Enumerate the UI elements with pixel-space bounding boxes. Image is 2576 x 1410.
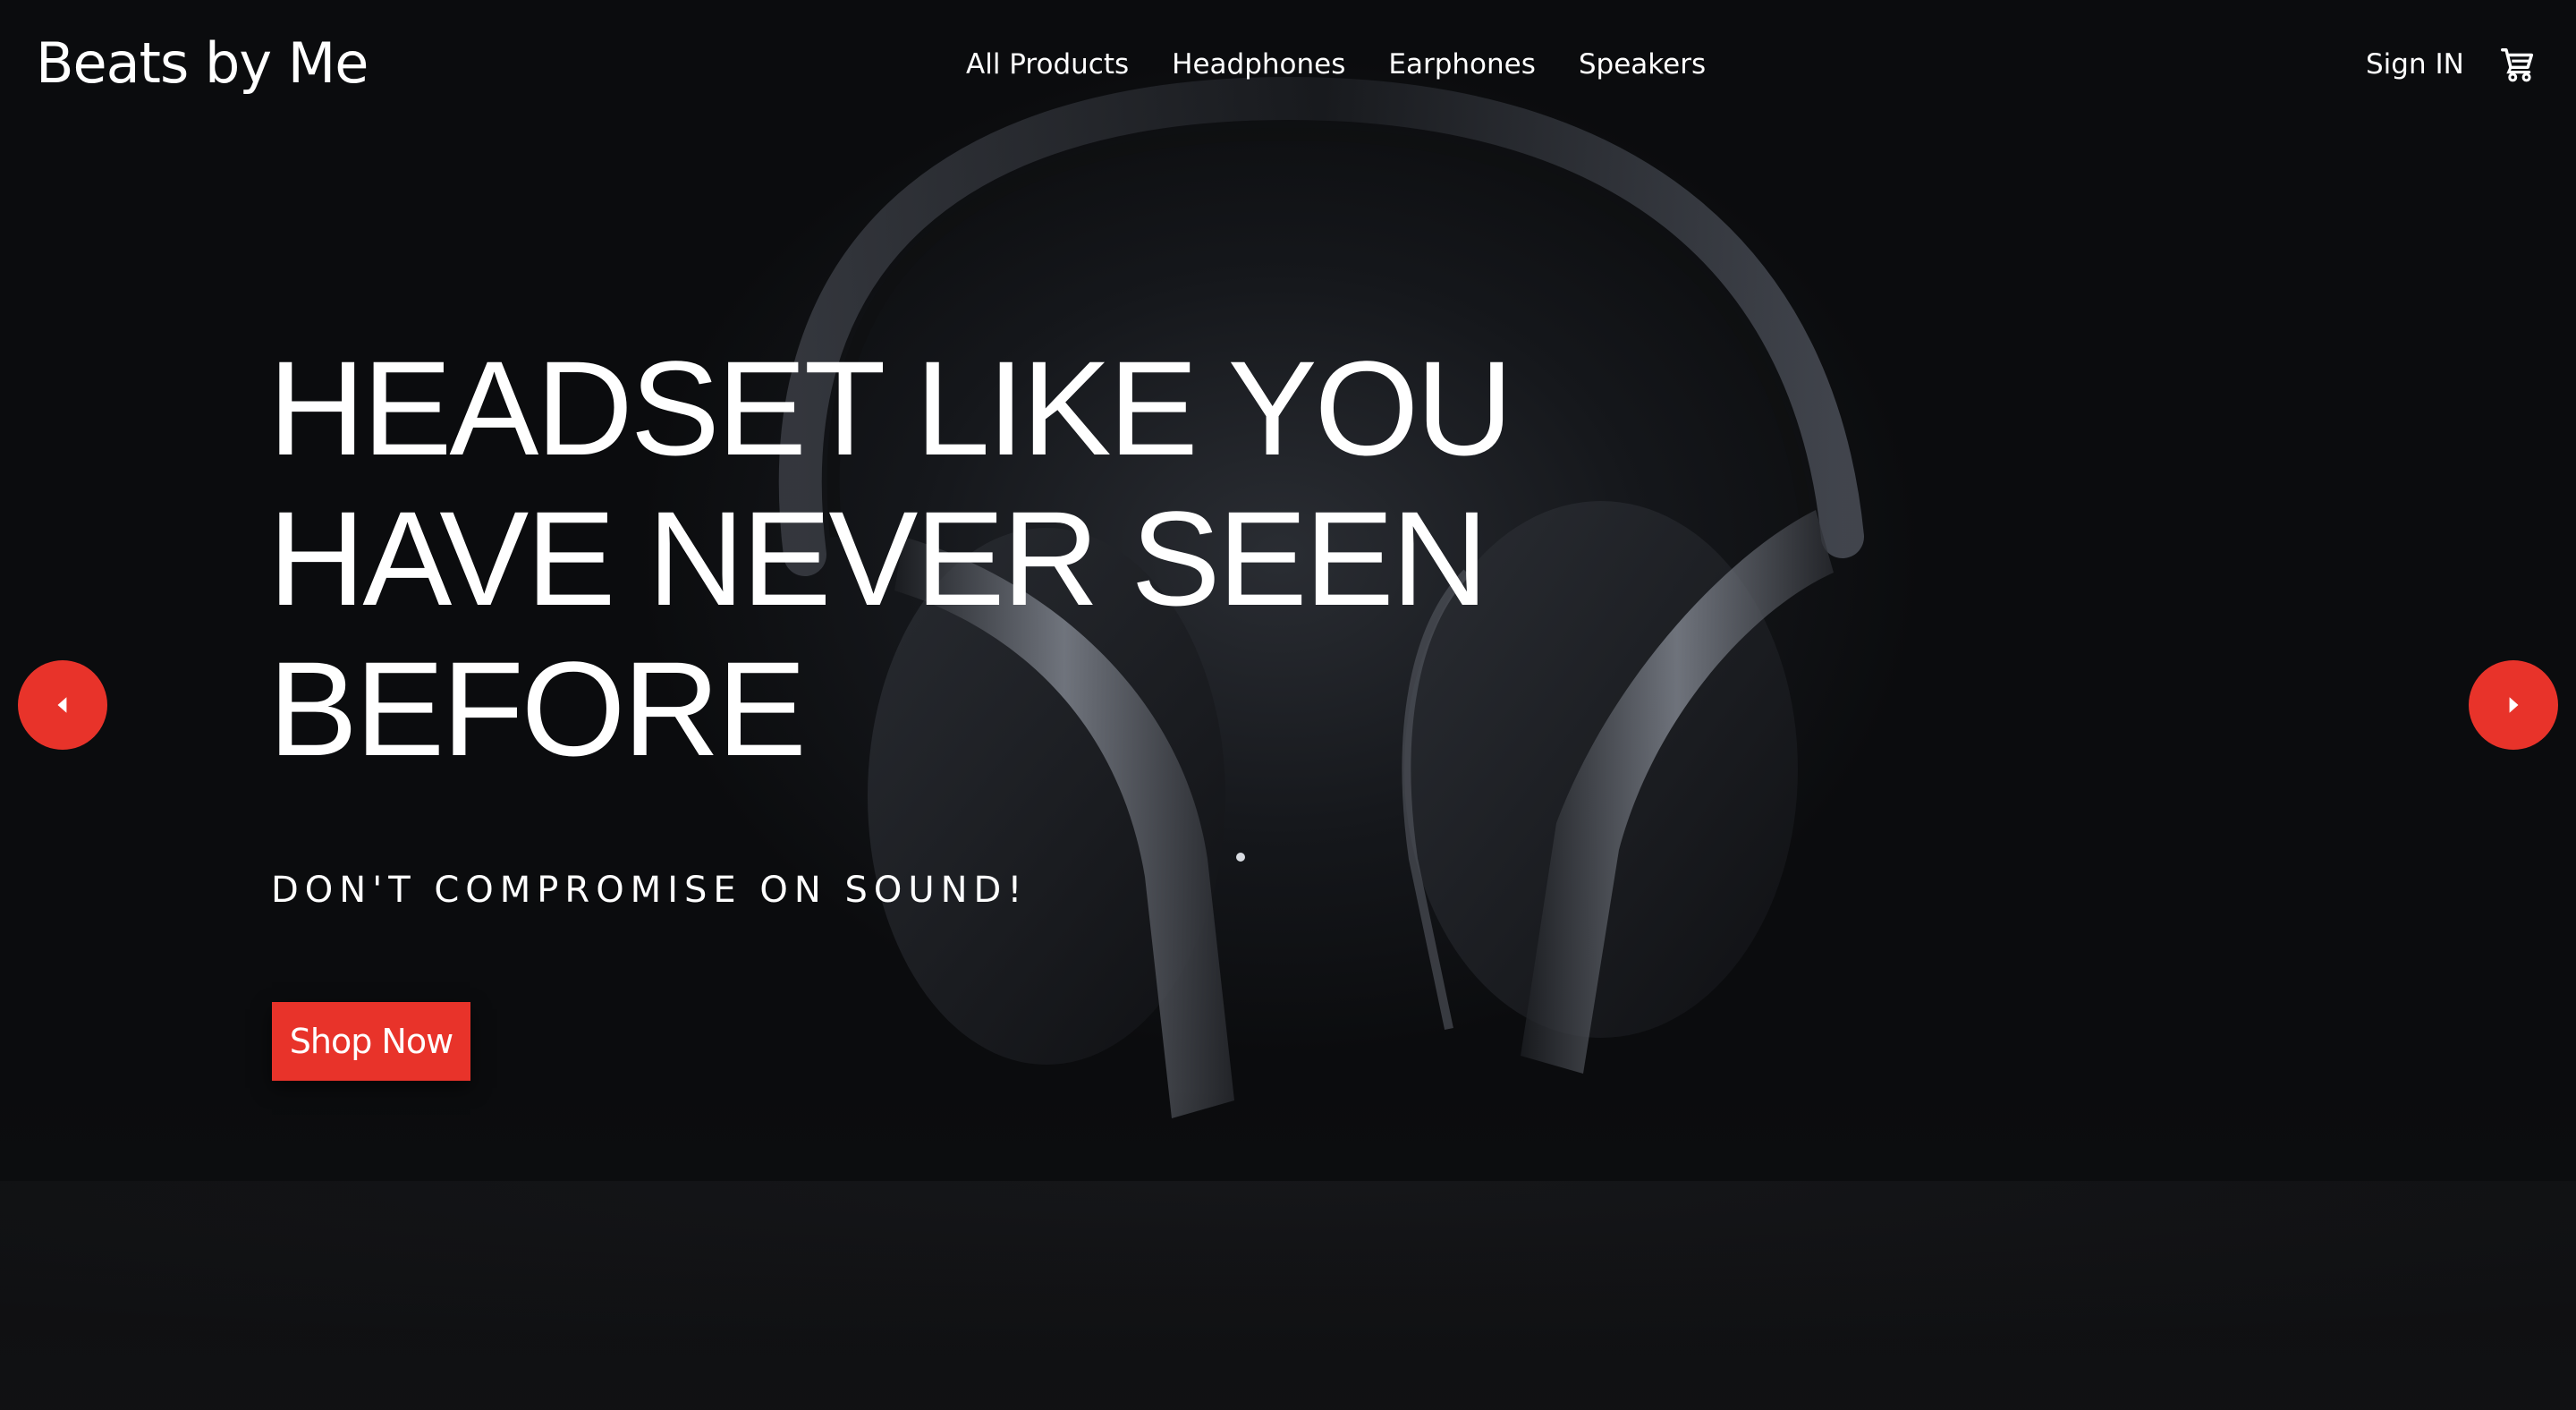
shop-now-button[interactable]: Shop Now	[272, 1002, 470, 1081]
cart-icon[interactable]	[2497, 45, 2538, 86]
hero-headline-line: HEADSET LIKE YOU	[268, 333, 1513, 483]
main-nav-links: All Products Headphones Earphones Speake…	[966, 48, 1706, 81]
chevron-left-icon	[57, 697, 67, 713]
nav-link-speakers[interactable]: Speakers	[1579, 48, 1706, 81]
hero-headline-line: HAVE NEVER SEEN	[268, 483, 1488, 633]
hero-banner: Beats by Me All Products Headphones Earp…	[0, 0, 2576, 1410]
nav-link-all-products[interactable]: All Products	[966, 48, 1129, 81]
nav-link-earphones[interactable]: Earphones	[1388, 48, 1536, 81]
brand-logo[interactable]: Beats by Me	[36, 30, 369, 96]
nav-link-headphones[interactable]: Headphones	[1172, 48, 1345, 81]
top-navbar: Beats by Me All Products Headphones Earp…	[0, 0, 2576, 134]
carousel-prev-button[interactable]	[18, 660, 107, 750]
carousel-next-button[interactable]	[2469, 660, 2558, 750]
hero-headline: HEADSET LIKE YOU HAVE NEVER SEEN BEFORE	[268, 333, 1513, 784]
sign-in-link[interactable]: Sign IN	[2366, 48, 2464, 81]
hero-tagline: DON'T COMPROMISE ON SOUND!	[271, 870, 1029, 911]
chevron-right-icon	[2509, 697, 2519, 713]
hero-headline-line: BEFORE	[268, 633, 807, 784]
